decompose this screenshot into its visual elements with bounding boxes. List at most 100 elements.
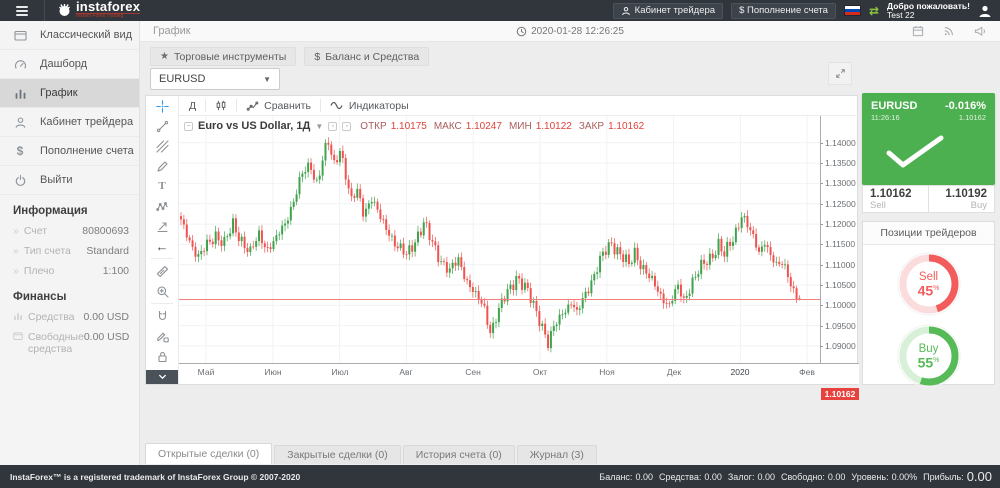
sidebar-item-label: График	[40, 87, 78, 99]
sidebar-kv-row: »Плечо1:100	[0, 261, 139, 281]
footer: InstaForex™ is a registered trademark of…	[0, 465, 1000, 488]
classic-view-icon	[13, 331, 23, 355]
brand-logo[interactable]: instaforex Instant Forex Trading	[57, 2, 140, 19]
quote-symbol: EURUSD	[871, 100, 917, 112]
star-icon: ★	[160, 51, 169, 62]
user-icon	[0, 116, 40, 129]
price-axis-label: 1.10500	[820, 280, 859, 290]
dashboard-icon	[0, 58, 40, 71]
chevron-right-icon: »	[13, 265, 19, 277]
lock-icon[interactable]	[146, 346, 178, 366]
power-icon	[0, 174, 40, 187]
sidebar-item-label: Классический вид	[40, 29, 132, 41]
sidebar-kv-row: »Тип счетаStandard	[0, 241, 139, 261]
russian-flag-icon[interactable]	[844, 5, 861, 16]
time-axis-label: Июл	[325, 367, 355, 377]
tab-2[interactable]: История счета (0)	[403, 445, 515, 464]
ruler-icon[interactable]	[146, 261, 178, 281]
pattern-icon[interactable]	[146, 196, 178, 216]
footer-stat-label: Свободно:	[781, 472, 825, 482]
exchange-arrows-icon[interactable]: ⇄	[869, 5, 879, 17]
lion-logo-icon	[57, 3, 72, 18]
sidebar-finance-section: Финансы Средства0.00 USDСвободные средст…	[0, 281, 139, 359]
price-scale[interactable]: 1.140001.135001.130001.125001.120001.115…	[820, 116, 859, 363]
legend-settings-icon[interactable]: ◦	[342, 122, 351, 131]
tab-3[interactable]: Журнал (3)	[517, 445, 597, 464]
tab-1[interactable]: Закрытые сделки (0)	[274, 445, 400, 464]
zoom-in-icon[interactable]	[146, 281, 178, 301]
drawing-toolbar: T←	[146, 96, 179, 384]
toolbar-collapse-button[interactable]	[146, 370, 178, 384]
user-avatar-icon[interactable]	[978, 4, 992, 18]
chart-bars-icon	[13, 311, 23, 323]
kv-value: 80800693	[82, 225, 129, 237]
symbol-select[interactable]: EURUSD ▼	[150, 68, 280, 90]
deposit-button[interactable]: $ Пополнение счета	[731, 3, 836, 19]
price-axis-label: 1.10000	[820, 300, 859, 310]
chevron-down-icon: ▼	[315, 122, 323, 131]
time-axis-label: 2020	[725, 367, 755, 377]
draw-lock-icon[interactable]	[146, 326, 178, 346]
time-axis-label: Авг	[391, 367, 421, 377]
crosshair-icon[interactable]	[146, 96, 178, 116]
trader-cabinet-button[interactable]: Кабинет трейдера	[613, 3, 723, 19]
compare-button[interactable]: Сравнить	[246, 100, 311, 112]
current-price-line	[179, 299, 820, 300]
trend-line-icon[interactable]	[146, 116, 178, 136]
balance-funds-button[interactable]: $ Баланс и Средства	[304, 47, 429, 66]
gann-icon[interactable]	[146, 136, 178, 156]
chart-toolbar: Д Сравнить Индикаторы	[179, 96, 858, 116]
fullscreen-expand-button[interactable]	[828, 62, 852, 85]
bottom-tabs: Открытые сделки (0)Закрытые сделки (0)Ис…	[145, 443, 597, 464]
sidebar-item-label: Пополнение счета	[40, 145, 134, 157]
sidebar-item-4[interactable]: $Пополнение счета	[0, 137, 139, 166]
kv-value: Standard	[86, 245, 129, 257]
kv-value: 0.00 USD	[84, 331, 130, 343]
footer-stat-label: Прибыль:	[923, 472, 964, 482]
price-axis-label: 1.14000	[820, 138, 859, 148]
sidebar-item-3[interactable]: Кабинет трейдера	[0, 108, 139, 137]
expand-icon	[835, 68, 846, 79]
sidebar-item-2[interactable]: График	[0, 79, 139, 108]
traders-positions-panel: Позиции трейдеров Sell 45% Buy 55%	[862, 221, 995, 385]
compare-series-icon	[246, 100, 259, 112]
brush-icon[interactable]	[146, 156, 178, 176]
price-axis-label: 1.13000	[820, 178, 859, 188]
tab-0[interactable]: Открытые сделки (0)	[145, 443, 272, 464]
forecast-icon[interactable]	[146, 216, 178, 236]
candlestick-plot[interactable]: − Euro vs US Dollar, 1Д ▼ ◦ ◦ ОТКР1.1017…	[179, 116, 820, 363]
sell-price-cell[interactable]: 1.10162 Sell	[862, 185, 929, 213]
kv-label: Свободные средства	[28, 331, 84, 355]
quote-card[interactable]: EURUSD -0.016% 11:26:16 1.10162	[862, 93, 995, 185]
sidebar-item-5[interactable]: Выйти	[0, 166, 139, 195]
time-axis-label: Сен	[458, 367, 488, 377]
footer-stat-label: Залог:	[728, 472, 755, 482]
legend-eye-icon[interactable]: ◦	[328, 122, 337, 131]
text-tool-icon[interactable]: T	[146, 176, 178, 196]
footer-stat-label: Уровень:	[851, 472, 888, 482]
trading-instruments-button[interactable]: ★ Торговые инструменты	[150, 47, 296, 66]
sidebar-item-1[interactable]: Дашборд	[0, 50, 139, 79]
check-icon	[879, 132, 951, 172]
subheader: График 2020-01-28 12:26:25	[140, 21, 1000, 42]
hamburger-menu-icon[interactable]	[0, 0, 45, 21]
sidebar-info-section: Информация »Счет80800693»Тип счетаStanda…	[0, 195, 139, 281]
price-axis-label: 1.09000	[820, 341, 859, 351]
arrow-left-icon[interactable]: ←	[146, 236, 178, 256]
kv-value: 0.00 USD	[83, 311, 129, 323]
candle-style-button[interactable]	[215, 99, 227, 112]
sidebar-kv-row: Средства0.00 USD	[0, 307, 139, 327]
time-axis[interactable]: МайИюнИюлАвгСенОктНояДек2020Фев	[179, 363, 859, 384]
indicators-button[interactable]: Индикаторы	[330, 100, 409, 112]
footer-stat-label: Баланс:	[599, 472, 632, 482]
kv-label: Счет	[24, 225, 47, 237]
sidebar-item-0[interactable]: Классический вид	[0, 21, 139, 50]
magnet-icon[interactable]	[146, 306, 178, 326]
info-section-title: Информация	[0, 195, 139, 221]
interval-button[interactable]: Д	[189, 100, 196, 112]
kv-label: Тип счета	[24, 245, 71, 257]
buy-price-cell[interactable]: 1.10192 Buy	[929, 185, 995, 213]
time-axis-label: Июн	[258, 367, 288, 377]
collapse-legend-icon[interactable]: −	[184, 122, 193, 131]
footer-account-stats: Баланс:0.00Средства:0.00Залог:0.00Свобод…	[599, 469, 1000, 484]
